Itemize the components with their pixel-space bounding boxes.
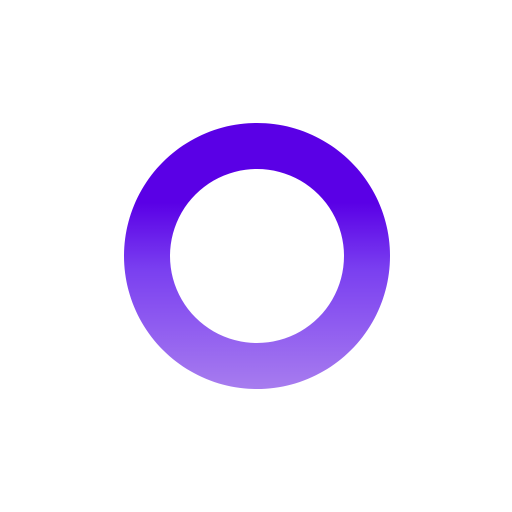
background xyxy=(0,0,512,512)
ring-icon xyxy=(0,0,512,512)
icon-canvas xyxy=(0,0,512,512)
